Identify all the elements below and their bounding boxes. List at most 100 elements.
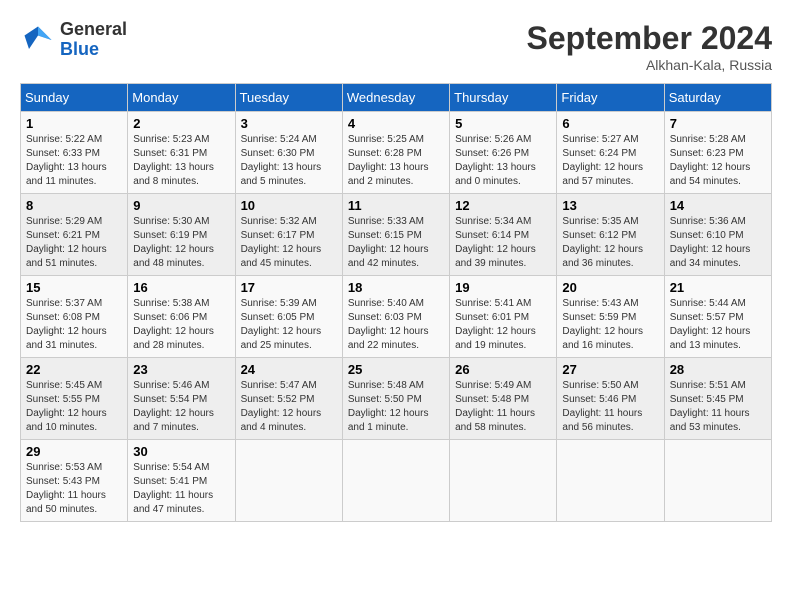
calendar-cell: 27 Sunrise: 5:50 AMSunset: 5:46 PMDayligh…: [557, 358, 664, 440]
calendar-header-row: SundayMondayTuesdayWednesdayThursdayFrid…: [21, 84, 772, 112]
calendar-cell: 16 Sunrise: 5:38 AMSunset: 6:06 PMDayligh…: [128, 276, 235, 358]
day-number: 5: [455, 116, 551, 131]
calendar-cell: [664, 440, 771, 522]
day-info: Sunrise: 5:43 AMSunset: 5:59 PMDaylight:…: [562, 297, 658, 353]
day-info: Sunrise: 5:47 AMSunset: 5:52 PMDaylight:…: [241, 379, 337, 435]
day-info: Sunrise: 5:33 AMSunset: 6:15 PMDaylight:…: [348, 215, 444, 271]
day-number: 25: [348, 362, 444, 377]
calendar-cell: 21 Sunrise: 5:44 AMSunset: 5:57 PMDayligh…: [664, 276, 771, 358]
calendar-cell: 13 Sunrise: 5:35 AMSunset: 6:12 PMDayligh…: [557, 194, 664, 276]
calendar-cell: 29 Sunrise: 5:53 AMSunset: 5:43 PMDayligh…: [21, 440, 128, 522]
day-number: 10: [241, 198, 337, 213]
day-number: 1: [26, 116, 122, 131]
calendar-cell: 9Sunrise: 5:30 AMSunset: 6:19 PMDaylight…: [128, 194, 235, 276]
day-header-wednesday: Wednesday: [342, 84, 449, 112]
day-number: 4: [348, 116, 444, 131]
day-number: 16: [133, 280, 229, 295]
day-info: Sunrise: 5:24 AMSunset: 6:30 PMDaylight:…: [241, 133, 337, 189]
day-header-tuesday: Tuesday: [235, 84, 342, 112]
day-number: 29: [26, 444, 122, 459]
calendar-week-row: 15 Sunrise: 5:37 AMSunset: 6:08 PMDayligh…: [21, 276, 772, 358]
calendar-cell: 26 Sunrise: 5:49 AMSunset: 5:48 PMDayligh…: [450, 358, 557, 440]
day-header-thursday: Thursday: [450, 84, 557, 112]
calendar-cell: 12 Sunrise: 5:34 AMSunset: 6:14 PMDayligh…: [450, 194, 557, 276]
calendar-cell: 7 Sunrise: 5:28 AMSunset: 6:23 PMDaylight…: [664, 112, 771, 194]
calendar-cell: 17Sunrise: 5:39 AMSunset: 6:05 PMDayligh…: [235, 276, 342, 358]
logo: General Blue: [20, 20, 127, 60]
day-number: 2: [133, 116, 229, 131]
day-header-monday: Monday: [128, 84, 235, 112]
day-info: Sunrise: 5:40 AMSunset: 6:03 PMDaylight:…: [348, 297, 444, 353]
calendar-week-row: 22 Sunrise: 5:45 AMSunset: 5:55 PMDayligh…: [21, 358, 772, 440]
day-info: Sunrise: 5:23 AMSunset: 6:31 PMDaylight:…: [133, 133, 229, 189]
calendar-cell: 22 Sunrise: 5:45 AMSunset: 5:55 PMDayligh…: [21, 358, 128, 440]
calendar-cell: 5 Sunrise: 5:26 AMSunset: 6:26 PMDaylight…: [450, 112, 557, 194]
day-info: Sunrise: 5:53 AMSunset: 5:43 PMDaylight:…: [26, 461, 122, 517]
calendar-cell: 6 Sunrise: 5:27 AMSunset: 6:24 PMDaylight…: [557, 112, 664, 194]
calendar-table: SundayMondayTuesdayWednesdayThursdayFrid…: [20, 83, 772, 522]
month-title: September 2024: [527, 20, 772, 57]
day-number: 20: [562, 280, 658, 295]
day-info: Sunrise: 5:36 AMSunset: 6:10 PMDaylight:…: [670, 215, 766, 271]
day-info: Sunrise: 5:38 AMSunset: 6:06 PMDaylight:…: [133, 297, 229, 353]
title-block: September 2024 Alkhan-Kala, Russia: [527, 20, 772, 73]
day-info: Sunrise: 5:41 AMSunset: 6:01 PMDaylight:…: [455, 297, 551, 353]
calendar-cell: [557, 440, 664, 522]
day-number: 7: [670, 116, 766, 131]
day-info: Sunrise: 5:29 AMSunset: 6:21 PMDaylight:…: [26, 215, 122, 271]
calendar-cell: 20 Sunrise: 5:43 AMSunset: 5:59 PMDayligh…: [557, 276, 664, 358]
day-info: Sunrise: 5:46 AMSunset: 5:54 PMDaylight:…: [133, 379, 229, 435]
day-info: Sunrise: 5:30 AMSunset: 6:19 PMDaylight:…: [133, 215, 229, 271]
day-info: Sunrise: 5:26 AMSunset: 6:26 PMDaylight:…: [455, 133, 551, 189]
day-number: 21: [670, 280, 766, 295]
day-number: 3: [241, 116, 337, 131]
logo-icon: [20, 22, 56, 58]
logo-text: General Blue: [60, 20, 127, 60]
day-number: 30: [133, 444, 229, 459]
location-subtitle: Alkhan-Kala, Russia: [527, 57, 772, 73]
calendar-cell: 11 Sunrise: 5:33 AMSunset: 6:15 PMDayligh…: [342, 194, 449, 276]
day-header-friday: Friday: [557, 84, 664, 112]
day-number: 12: [455, 198, 551, 213]
calendar-cell: 15 Sunrise: 5:37 AMSunset: 6:08 PMDayligh…: [21, 276, 128, 358]
day-number: 19: [455, 280, 551, 295]
day-header-sunday: Sunday: [21, 84, 128, 112]
day-info: Sunrise: 5:32 AMSunset: 6:17 PMDaylight:…: [241, 215, 337, 271]
day-info: Sunrise: 5:22 AMSunset: 6:33 PMDaylight:…: [26, 133, 122, 189]
day-info: Sunrise: 5:27 AMSunset: 6:24 PMDaylight:…: [562, 133, 658, 189]
day-number: 6: [562, 116, 658, 131]
calendar-cell: 8 Sunrise: 5:29 AMSunset: 6:21 PMDaylight…: [21, 194, 128, 276]
calendar-cell: [342, 440, 449, 522]
day-number: 13: [562, 198, 658, 213]
day-info: Sunrise: 5:48 AMSunset: 5:50 PMDaylight:…: [348, 379, 444, 435]
calendar-cell: 1 Sunrise: 5:22 AMSunset: 6:33 PMDaylight…: [21, 112, 128, 194]
day-number: 26: [455, 362, 551, 377]
day-info: Sunrise: 5:28 AMSunset: 6:23 PMDaylight:…: [670, 133, 766, 189]
day-info: Sunrise: 5:34 AMSunset: 6:14 PMDaylight:…: [455, 215, 551, 271]
page-header: General Blue September 2024 Alkhan-Kala,…: [20, 20, 772, 73]
day-info: Sunrise: 5:39 AMSunset: 6:05 PMDaylight:…: [241, 297, 337, 353]
day-info: Sunrise: 5:35 AMSunset: 6:12 PMDaylight:…: [562, 215, 658, 271]
day-info: Sunrise: 5:37 AMSunset: 6:08 PMDaylight:…: [26, 297, 122, 353]
day-header-saturday: Saturday: [664, 84, 771, 112]
calendar-cell: 2 Sunrise: 5:23 AMSunset: 6:31 PMDaylight…: [128, 112, 235, 194]
day-info: Sunrise: 5:45 AMSunset: 5:55 PMDaylight:…: [26, 379, 122, 435]
day-info: Sunrise: 5:50 AMSunset: 5:46 PMDaylight:…: [562, 379, 658, 435]
day-info: Sunrise: 5:25 AMSunset: 6:28 PMDaylight:…: [348, 133, 444, 189]
day-number: 23: [133, 362, 229, 377]
day-number: 28: [670, 362, 766, 377]
day-number: 22: [26, 362, 122, 377]
day-info: Sunrise: 5:49 AMSunset: 5:48 PMDaylight:…: [455, 379, 551, 435]
calendar-week-row: 8 Sunrise: 5:29 AMSunset: 6:21 PMDaylight…: [21, 194, 772, 276]
day-number: 27: [562, 362, 658, 377]
calendar-cell: 28 Sunrise: 5:51 AMSunset: 5:45 PMDayligh…: [664, 358, 771, 440]
day-info: Sunrise: 5:51 AMSunset: 5:45 PMDaylight:…: [670, 379, 766, 435]
calendar-cell: 24Sunrise: 5:47 AMSunset: 5:52 PMDayligh…: [235, 358, 342, 440]
day-info: Sunrise: 5:44 AMSunset: 5:57 PMDaylight:…: [670, 297, 766, 353]
day-number: 15: [26, 280, 122, 295]
day-number: 11: [348, 198, 444, 213]
calendar-week-row: 1 Sunrise: 5:22 AMSunset: 6:33 PMDaylight…: [21, 112, 772, 194]
calendar-cell: 3 Sunrise: 5:24 AMSunset: 6:30 PMDaylight…: [235, 112, 342, 194]
day-number: 8: [26, 198, 122, 213]
calendar-cell: [235, 440, 342, 522]
